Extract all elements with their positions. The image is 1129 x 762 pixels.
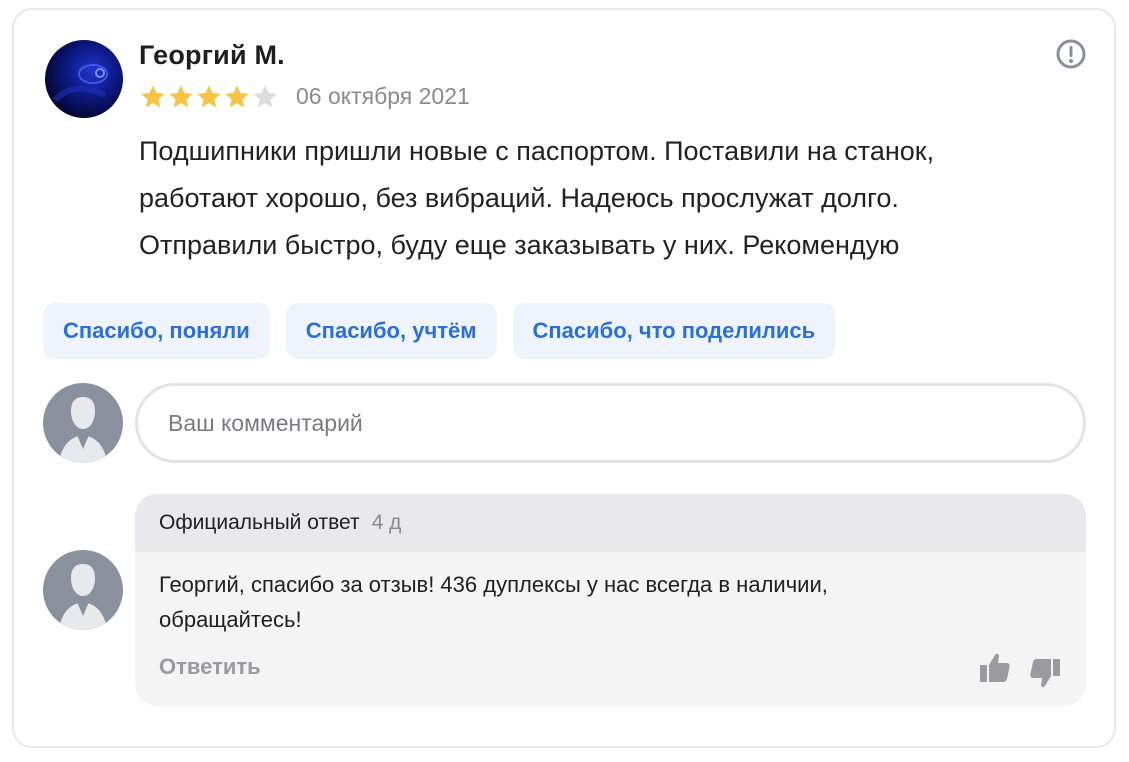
comment-input[interactable]: Ваш комментарий xyxy=(135,383,1086,463)
official-reply-text: Георгий, спасибо за отзыв! 436 дуплексы … xyxy=(159,567,1059,637)
rating-stars xyxy=(139,83,279,111)
thumbs-up-icon[interactable] xyxy=(978,651,1012,685)
user-avatar xyxy=(43,383,123,463)
star-filled-icon xyxy=(169,85,193,108)
thumbs-down-icon[interactable] xyxy=(1028,656,1062,690)
user-silhouette-icon xyxy=(59,564,107,630)
company-avatar xyxy=(43,550,123,630)
official-reply-label: Официальный ответ xyxy=(159,511,360,534)
quick-replies: Спасибо, поняли Спасибо, учтём Спасибо, … xyxy=(43,303,836,359)
quick-reply-button[interactable]: Спасибо, учтём xyxy=(285,303,497,359)
author-avatar[interactable] xyxy=(45,40,123,118)
review-text-line: Подшипники пришли новые с паспортом. Пос… xyxy=(139,136,935,166)
star-empty-icon xyxy=(253,85,277,108)
official-reply-text-line: Георгий, спасибо за отзыв! 436 дуплексы … xyxy=(159,572,828,597)
quick-reply-button[interactable]: Спасибо, что поделились xyxy=(512,303,836,359)
star-filled-icon xyxy=(225,85,249,108)
user-silhouette-icon xyxy=(59,397,107,463)
official-reply-header: Официальный ответ 4 д xyxy=(135,494,1086,552)
official-reply: Официальный ответ 4 д Георгий, спасибо з… xyxy=(135,494,1086,706)
quick-reply-button[interactable]: Спасибо, поняли xyxy=(43,303,270,359)
official-reply-text-line: обращайтесь! xyxy=(159,607,302,632)
star-filled-icon xyxy=(141,85,165,108)
author-name[interactable]: Георгий М. xyxy=(139,40,285,71)
star-filled-icon xyxy=(197,85,221,108)
report-icon[interactable] xyxy=(1055,38,1087,70)
official-reply-time: 4 д xyxy=(371,511,402,534)
review-text: Подшипники пришли новые с паспортом. Пос… xyxy=(139,128,1099,269)
review-date: 06 октября 2021 xyxy=(296,83,470,109)
review-text-line: Отправили быстро, буду еще заказывать у … xyxy=(139,230,900,260)
reply-button[interactable]: Ответить xyxy=(159,654,261,680)
review-text-line: работают хорошо, без вибраций. Надеюсь п… xyxy=(139,183,899,213)
